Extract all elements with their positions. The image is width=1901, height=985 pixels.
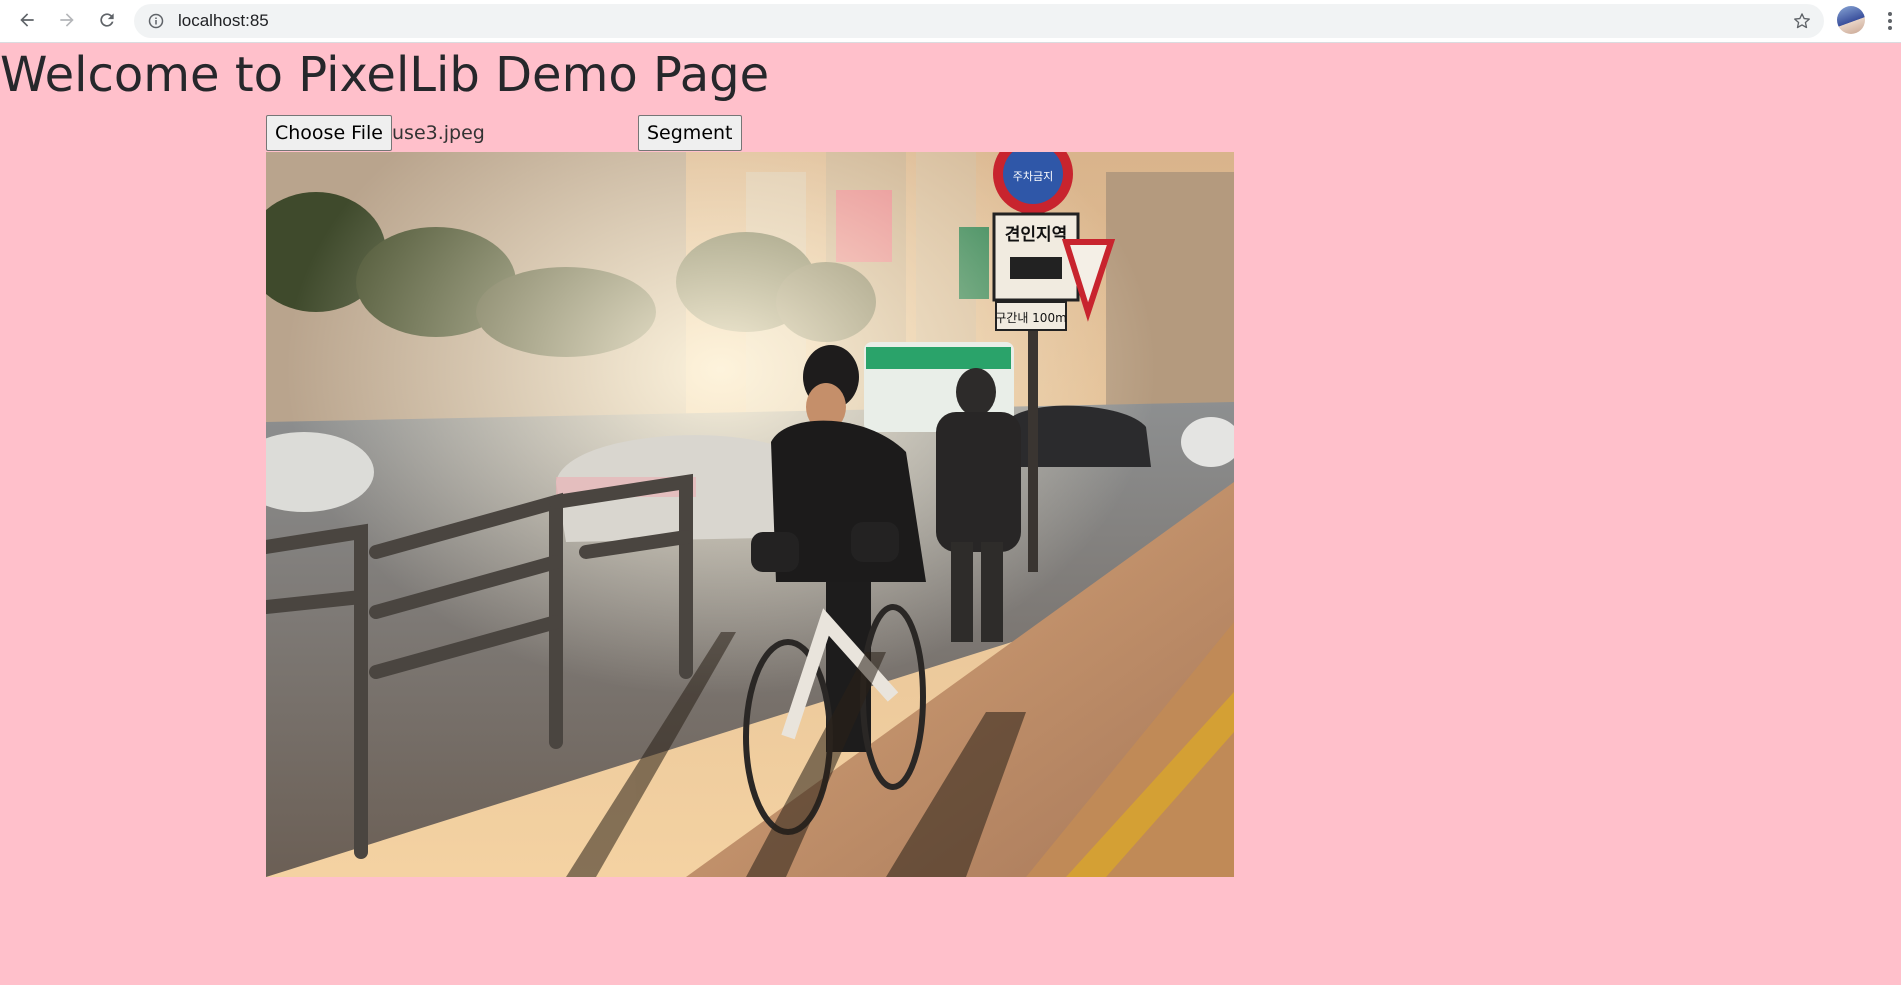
parking-sign-text: 주차금지 [1013,170,1053,183]
choose-file-button[interactable]: Choose File [266,115,392,151]
address-bar[interactable]: localhost:85 [134,4,1824,38]
reload-button[interactable] [92,5,122,35]
avatar[interactable] [1837,6,1865,34]
uploaded-image: 주차금지 견인지역 구간내 100m [266,152,1234,877]
arrow-right-icon [60,13,74,27]
kebab-menu-icon[interactable] [1885,9,1895,33]
segment-button[interactable]: Segment [638,115,742,151]
star-icon[interactable] [1792,11,1812,31]
reload-icon [100,13,114,27]
back-button[interactable] [12,5,42,35]
selected-file-name: use3.jpeg [392,122,485,144]
distance-sign-text: 구간내 100m [995,311,1067,325]
tow-sign-text: 견인지역 [1005,225,1068,245]
forward-button[interactable] [52,5,82,35]
browser-toolbar: localhost:85 [0,0,1901,43]
street-photo: 주차금지 견인지역 구간내 100m [266,152,1234,877]
info-icon[interactable] [148,13,164,29]
url-text[interactable]: localhost:85 [178,4,269,38]
page-title: Welcome to PixelLib Demo Page [0,47,770,103]
arrow-left-icon [20,13,34,27]
